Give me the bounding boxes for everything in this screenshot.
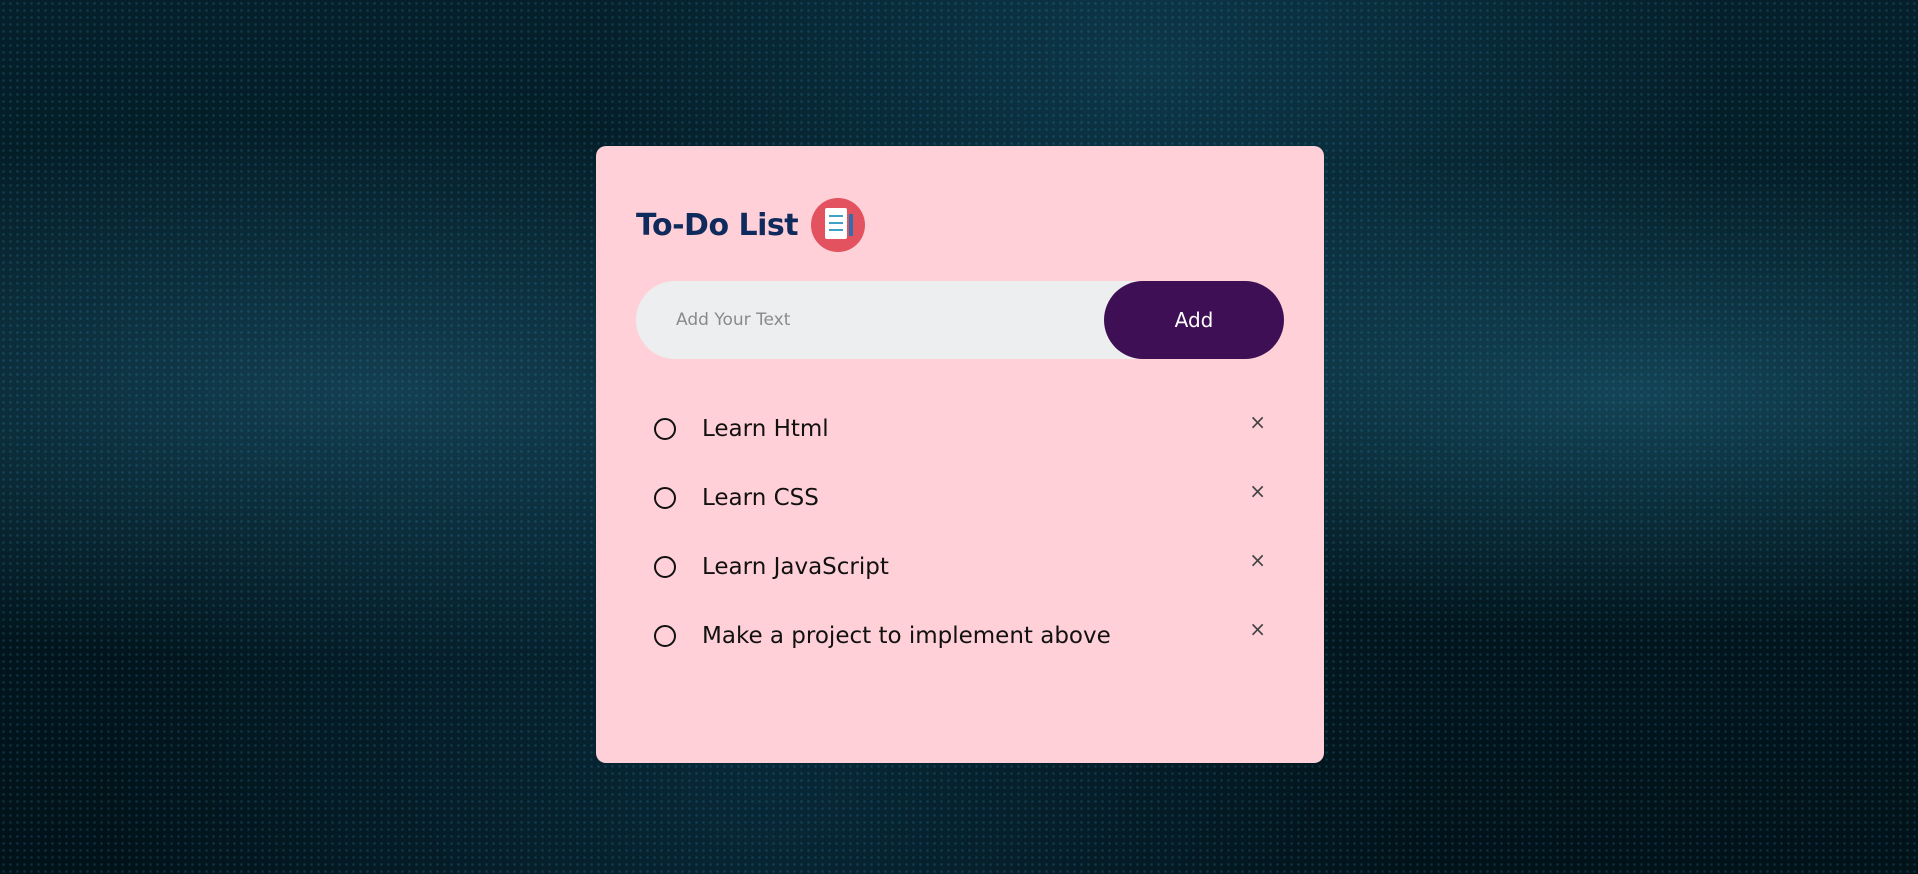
unchecked-circle-icon[interactable]: [654, 486, 676, 509]
card-header: To-Do List: [636, 198, 866, 252]
unchecked-circle-icon[interactable]: [654, 555, 676, 578]
unchecked-circle-icon[interactable]: [654, 417, 676, 440]
close-icon[interactable]: ×: [1249, 412, 1266, 432]
task-item[interactable]: Make a project to implement above ×: [636, 601, 1284, 670]
task-item[interactable]: Learn JavaScript ×: [636, 532, 1284, 601]
pencil-shape: [849, 214, 854, 236]
add-button[interactable]: Add: [1104, 281, 1284, 359]
checklist-line: [829, 229, 844, 231]
paper-shape: [825, 208, 848, 239]
checklist-line: [829, 222, 844, 224]
todo-card: To-Do List Add Learn Html × Learn CSS × …: [596, 146, 1324, 763]
checklist-line: [829, 215, 844, 217]
task-text: Learn Html: [702, 415, 829, 442]
page-title: To-Do List: [636, 207, 799, 243]
close-icon[interactable]: ×: [1249, 550, 1266, 570]
close-icon[interactable]: ×: [1249, 619, 1266, 639]
task-item[interactable]: Learn CSS ×: [636, 463, 1284, 532]
notepad-checklist-icon: [811, 198, 866, 252]
task-text: Learn CSS: [702, 484, 819, 511]
task-input[interactable]: [636, 281, 1096, 359]
task-text: Make a project to implement above: [702, 622, 1111, 649]
add-task-row: Add: [636, 281, 1284, 359]
task-item[interactable]: Learn Html ×: [636, 394, 1284, 463]
task-list: Learn Html × Learn CSS × Learn JavaScrip…: [636, 394, 1284, 670]
unchecked-circle-icon[interactable]: [654, 624, 676, 647]
task-text: Learn JavaScript: [702, 553, 889, 580]
close-icon[interactable]: ×: [1249, 481, 1266, 501]
